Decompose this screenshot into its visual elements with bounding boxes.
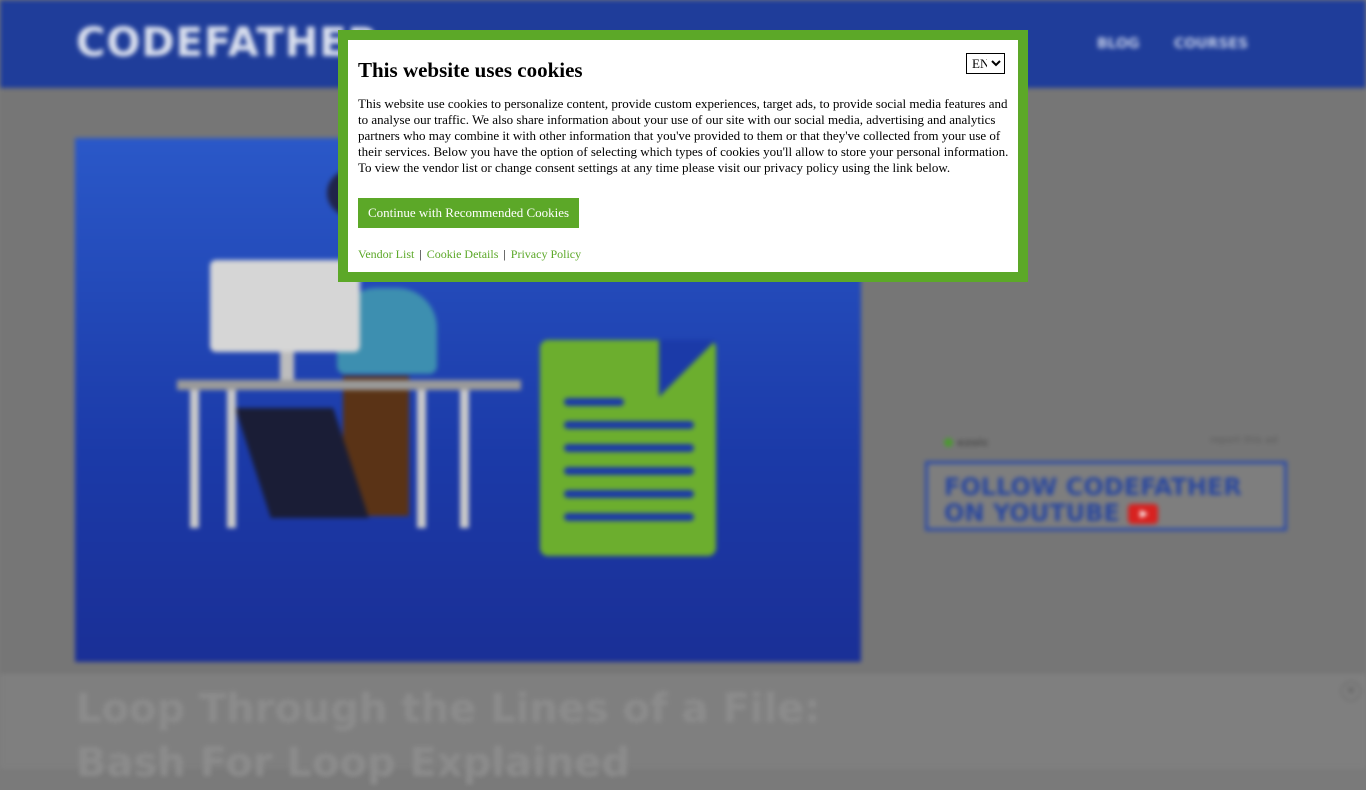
report-ad-link[interactable]: report this ad (1210, 435, 1278, 446)
ad-label[interactable]: ezoic (944, 436, 989, 449)
link-separator: | (503, 247, 506, 261)
document-line (564, 398, 624, 406)
article-title: Loop Through the Lines of a File: Bash F… (76, 686, 821, 786)
youtube-icon (1128, 504, 1159, 524)
site-logo[interactable]: CODEFATHER (76, 20, 379, 66)
close-icon[interactable]: × (1341, 681, 1361, 701)
youtube-follow-banner[interactable]: FOLLOW CODEFATHER ON YOUTUBE (925, 461, 1287, 531)
document-line (564, 513, 694, 521)
desk (177, 380, 521, 390)
monitor-stand (280, 352, 294, 380)
vendor-list-link[interactable]: Vendor List (358, 247, 414, 261)
desk-leg (460, 390, 469, 528)
cookie-details-link[interactable]: Cookie Details (427, 247, 499, 261)
privacy-policy-link[interactable]: Privacy Policy (511, 247, 581, 261)
document-line (564, 421, 694, 429)
desk-leg (417, 390, 426, 528)
cookie-consent-modal: This website uses cookies EN This websit… (338, 30, 1028, 282)
continue-recommended-cookies-button[interactable]: Continue with Recommended Cookies (358, 198, 580, 228)
youtube-follow-text: FOLLOW CODEFATHER ON YOUTUBE (944, 473, 1242, 527)
desk-leg (227, 390, 236, 528)
cookie-modal-title: This website uses cookies (358, 58, 583, 82)
cookie-modal-links: Vendor List | Cookie Details | Privacy Polic… (358, 247, 1008, 262)
desk-leg (190, 390, 199, 528)
document-line (564, 467, 694, 475)
document-line (564, 444, 694, 452)
nav-blog[interactable]: BLOG (1097, 36, 1140, 52)
link-separator: | (419, 247, 422, 261)
cookie-modal-text: This website use cookies to personalize … (358, 96, 1009, 175)
document-fold (659, 340, 716, 397)
cookie-consent-content: This website uses cookies EN This websit… (348, 40, 1018, 272)
language-select[interactable]: EN (966, 53, 1005, 74)
nav-courses[interactable]: COURSES (1174, 36, 1248, 52)
document-line (564, 490, 694, 498)
